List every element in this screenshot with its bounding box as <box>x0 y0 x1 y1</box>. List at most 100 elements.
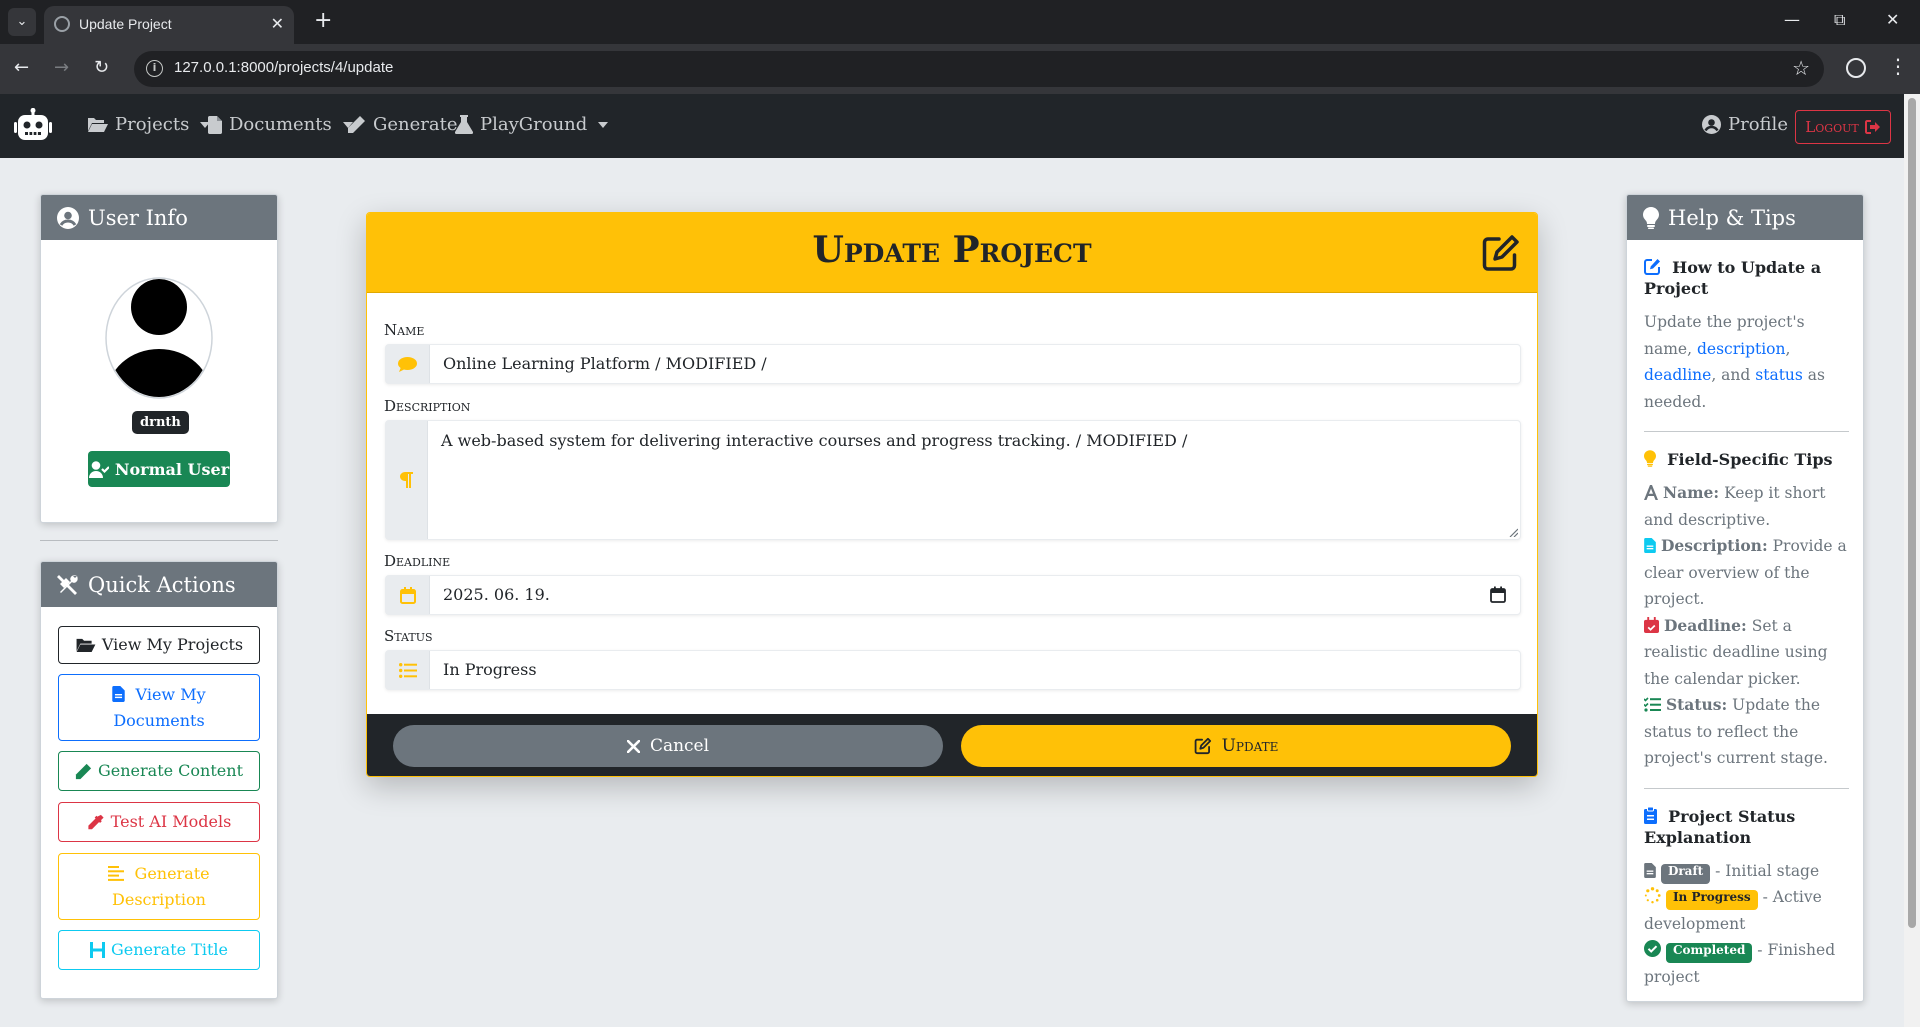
nav-profile[interactable]: Profile <box>1702 114 1788 135</box>
deadline-input[interactable]: 2025. 06. 19. <box>443 585 550 604</box>
minimize-icon[interactable]: — <box>1784 10 1800 29</box>
update-project-form: Update Project Name Online Learning Plat… <box>366 212 1538 777</box>
username-badge: drnth <box>132 411 189 434</box>
user-info-card: User Info drnth Normal User <box>40 194 278 523</box>
calendar-icon <box>399 586 416 604</box>
cancel-button[interactable]: Cancel <box>393 725 943 767</box>
tab-title: Update Project <box>79 16 172 32</box>
status-field[interactable]: In Progress <box>385 650 1521 690</box>
nav-documents-label: Documents <box>229 114 332 135</box>
new-tab-button[interactable]: + <box>314 8 332 33</box>
name-input[interactable]: Online Learning Platform / MODIFIED / <box>443 354 767 373</box>
file-icon <box>1644 538 1656 553</box>
account-icon[interactable] <box>1846 58 1866 78</box>
generate-content-button[interactable]: Generate Content <box>58 751 260 791</box>
generate-description-label: Generate Description <box>89 861 229 913</box>
pen-square-icon <box>1644 259 1660 275</box>
resize-handle-icon[interactable] <box>1509 528 1518 537</box>
nav-generate[interactable]: Generate <box>347 114 458 135</box>
status-link[interactable]: status <box>1755 366 1803 384</box>
nav-documents[interactable]: Documents <box>208 114 353 135</box>
tools-icon <box>57 574 78 595</box>
browser-tab-bar: ⌄ Update Project ✕ + — ⧉ ✕ <box>0 0 1920 44</box>
generate-description-button[interactable]: Generate Description <box>58 853 260 920</box>
robot-icon[interactable] <box>14 108 52 142</box>
description-label: Description <box>384 397 471 415</box>
list-check-icon <box>1644 697 1661 712</box>
tip-deadline-label: Deadline: <box>1663 615 1747 635</box>
name-field[interactable]: Online Learning Platform / MODIFIED / <box>385 344 1521 384</box>
deadline-label: Deadline <box>384 552 451 570</box>
status-explanation-title: Project Status Explanation <box>1644 806 1849 848</box>
view-my-documents-text: View My Documents <box>113 684 206 730</box>
clipboard-icon <box>1644 806 1657 824</box>
paragraph-icon <box>400 472 413 488</box>
url-bar[interactable]: i 127.0.0.1:8000/projects/4/update ☆ <box>134 51 1824 87</box>
status-draft-text: - Initial stage <box>1715 861 1820 880</box>
status-in-progress-row: In Progress - Active development <box>1644 884 1849 937</box>
how-to-update-text: How to Update a Project <box>1644 258 1822 298</box>
status-addon <box>386 651 430 689</box>
user-circle-icon <box>57 206 79 229</box>
deadline-link[interactable]: deadline <box>1644 366 1711 384</box>
description-link[interactable]: description <box>1697 340 1786 358</box>
field-tips-text: Field-Specific Tips <box>1667 450 1833 469</box>
description-addon <box>386 421 428 539</box>
nav-projects-label: Projects <box>115 114 190 135</box>
address-bar-row: ← → ↻ i 127.0.0.1:8000/projects/4/update… <box>0 44 1920 94</box>
restore-icon[interactable]: ⧉ <box>1834 10 1845 30</box>
list-icon <box>398 662 417 678</box>
how-to-and-text: , and <box>1711 366 1751 384</box>
generate-title-label: Generate Title <box>111 940 228 959</box>
cancel-label: Cancel <box>649 736 710 756</box>
site-info-icon[interactable]: i <box>146 60 163 77</box>
spinner-icon <box>1644 887 1661 904</box>
deadline-field[interactable]: 2025. 06. 19. <box>385 575 1521 615</box>
browser-menu-icon[interactable]: ⋮ <box>1888 54 1908 78</box>
status-select[interactable]: In Progress <box>443 660 537 679</box>
tip-status: Status: Update the status to reflect the… <box>1644 692 1849 772</box>
close-window-icon[interactable]: ✕ <box>1886 10 1899 29</box>
view-my-documents-button[interactable]: View My Documents <box>58 674 260 741</box>
generate-description-text: Generate Description <box>112 863 210 909</box>
user-circle-icon <box>1702 115 1721 134</box>
nav-profile-label: Profile <box>1728 114 1788 135</box>
pencil-icon <box>75 763 92 779</box>
logout-button[interactable]: Logout <box>1795 110 1891 144</box>
how-to-update-body: Update the project's name, description, … <box>1644 313 1825 411</box>
scrollbar-thumb[interactable] <box>1908 98 1916 928</box>
calendar-picker-icon[interactable] <box>1490 586 1506 603</box>
close-tab-icon[interactable]: ✕ <box>271 14 284 33</box>
test-ai-models-button[interactable]: Test AI Models <box>58 802 260 842</box>
reload-icon[interactable]: ↻ <box>94 57 109 78</box>
eyedropper-icon <box>88 814 104 829</box>
tip-name: Name: Keep it short and descriptive. <box>1644 480 1849 533</box>
nav-playground-label: PlayGround <box>480 114 588 135</box>
update-button[interactable]: Update <box>961 725 1511 767</box>
url-text[interactable]: 127.0.0.1:8000/projects/4/update <box>174 59 393 76</box>
help-divider <box>1644 787 1849 789</box>
generate-title-button[interactable]: Generate Title <box>58 930 260 970</box>
user-info-header: User Info <box>41 195 277 240</box>
nav-playground[interactable]: PlayGround <box>455 114 609 135</box>
check-circle-icon <box>1644 940 1661 957</box>
quick-actions-title: Quick Actions <box>88 572 236 597</box>
quick-actions-card: Quick Actions View My Projects View My D… <box>40 561 278 999</box>
nav-projects[interactable]: Projects <box>87 114 211 135</box>
browser-tab[interactable]: Update Project ✕ <box>44 6 294 44</box>
view-my-projects-button[interactable]: View My Projects <box>58 626 260 664</box>
font-icon <box>1644 485 1658 500</box>
status-badge: In Progress <box>1665 890 1758 910</box>
tab-search-button[interactable]: ⌄ <box>8 8 36 36</box>
name-label: Name <box>384 321 425 339</box>
help-body: How to Update a Project Update the proje… <box>1644 257 1849 990</box>
status-draft-row: Draft - Initial stage <box>1644 858 1849 885</box>
description-textarea[interactable]: A web-based system for delivering intera… <box>441 431 1187 450</box>
page-title: Update Project <box>812 229 1092 271</box>
sidebar-divider <box>40 540 278 541</box>
bookmark-star-icon[interactable]: ☆ <box>1792 56 1810 80</box>
forward-icon[interactable]: → <box>54 57 69 78</box>
back-icon[interactable]: ← <box>14 57 29 78</box>
description-field[interactable]: A web-based system for delivering intera… <box>385 420 1521 540</box>
page-scrollbar[interactable] <box>1904 94 1920 1027</box>
